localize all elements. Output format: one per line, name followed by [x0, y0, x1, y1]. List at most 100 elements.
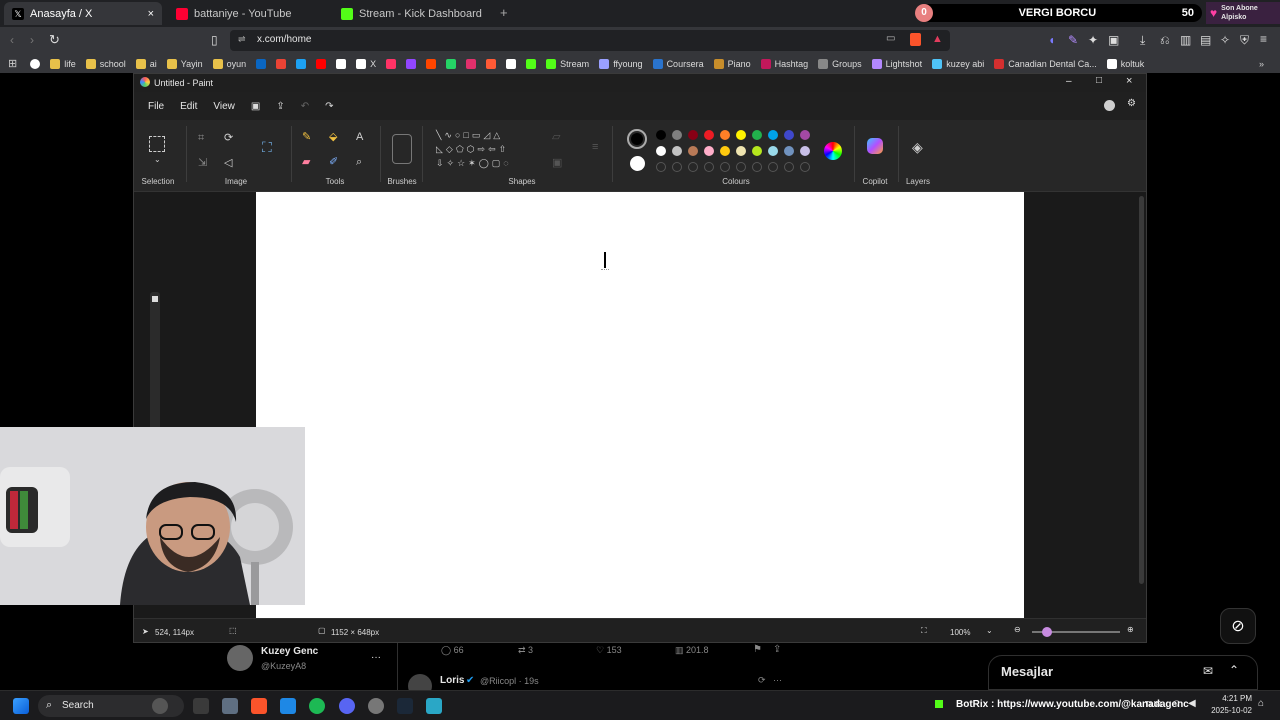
remove-background-icon[interactable]: ⛶: [262, 140, 272, 154]
history-icon[interactable]: ⎌: [1160, 33, 1170, 48]
fit-to-window-icon[interactable]: ⛶: [921, 626, 927, 636]
color-swatch[interactable]: [784, 146, 794, 156]
secondary-color-swatch[interactable]: [630, 156, 645, 171]
bookmark-item[interactable]: [331, 58, 351, 69]
discord-icon[interactable]: [339, 698, 355, 714]
magnifier-icon[interactable]: ⌕: [356, 157, 362, 168]
redo-icon[interactable]: ↷: [319, 101, 339, 112]
view-count[interactable]: ▥ 201.8: [675, 645, 709, 656]
messages-drawer[interactable]: Mesajlar ✉ ⌃: [988, 655, 1258, 690]
rotate-icon[interactable]: ⟳: [224, 133, 233, 144]
custom-color-slot[interactable]: [656, 162, 666, 172]
custom-color-slot[interactable]: [784, 162, 794, 172]
brave-rewards-icon[interactable]: ▲: [932, 33, 943, 45]
url-field[interactable]: ⇌ x.com/home ▭ ▲: [230, 30, 950, 51]
paint-taskbar-icon[interactable]: [426, 698, 442, 714]
custom-color-slot[interactable]: [704, 162, 714, 172]
account-icon[interactable]: [1104, 100, 1115, 111]
bookmark-item[interactable]: X: [351, 58, 381, 69]
save-icon[interactable]: ▣: [245, 101, 266, 112]
bookmark-item[interactable]: [381, 58, 401, 69]
outline-icon[interactable]: ▱: [552, 132, 560, 143]
task-view-icon[interactable]: [193, 698, 209, 714]
back-icon[interactable]: ‹: [10, 33, 14, 47]
bookmark-item[interactable]: kuzey abi: [927, 58, 989, 69]
color-swatch[interactable]: [656, 130, 666, 140]
vpn-icon[interactable]: ⛨: [1240, 33, 1249, 48]
layers-icon[interactable]: ◈: [912, 140, 923, 154]
bookmark-post-icon[interactable]: ⚑: [753, 644, 762, 655]
slider-thumb[interactable]: [152, 296, 158, 302]
color-swatch[interactable]: [720, 146, 730, 156]
color-swatch[interactable]: [736, 130, 746, 140]
zoom-slider[interactable]: [1032, 627, 1120, 637]
bookmark-item[interactable]: koltuk: [1102, 58, 1150, 69]
brave-shield-icon[interactable]: [910, 33, 921, 46]
bookmark-item[interactable]: life: [45, 58, 81, 69]
reload-icon[interactable]: ↻: [49, 32, 60, 48]
fill-bucket-icon[interactable]: ⬙: [329, 132, 337, 143]
color-swatch[interactable]: [752, 146, 762, 156]
pencil-icon[interactable]: ✎: [302, 132, 311, 143]
apps-grid-icon[interactable]: ⊞: [0, 57, 25, 70]
share-post-icon[interactable]: ⇪: [773, 644, 781, 655]
brave-taskbar-icon[interactable]: [251, 698, 267, 714]
drawing-canvas[interactable]: [256, 192, 1024, 618]
pen-extension-icon[interactable]: ✎: [1068, 33, 1078, 47]
new-tab-button[interactable]: +: [500, 5, 508, 20]
more-options-icon[interactable]: ···: [371, 652, 381, 663]
custom-color-slot[interactable]: [752, 162, 762, 172]
bookmark-item[interactable]: [271, 58, 291, 69]
share-icon[interactable]: ⇪: [270, 101, 290, 112]
wifi-icon[interactable]: ⌔: [1172, 698, 1181, 711]
copilot-icon[interactable]: [867, 138, 883, 154]
custom-color-slot[interactable]: [672, 162, 682, 172]
bookmark-item[interactable]: [461, 58, 481, 69]
sidepanel-icon[interactable]: ▣: [1108, 33, 1119, 47]
bookmark-item[interactable]: [501, 58, 521, 69]
close-tab-icon[interactable]: ×: [148, 8, 154, 20]
bookmark-item[interactable]: [421, 58, 441, 69]
menu-icon[interactable]: ≡: [1260, 32, 1267, 46]
size-icon[interactable]: ≡: [592, 142, 598, 153]
bookmark-item[interactable]: Canadian Dental Ca...: [989, 58, 1102, 69]
files-icon[interactable]: [222, 698, 238, 714]
zoom-out-icon[interactable]: ⊖: [1014, 625, 1021, 634]
spotify-icon[interactable]: [309, 698, 325, 714]
menu-file[interactable]: File: [142, 101, 170, 112]
bookmark-item[interactable]: [441, 58, 461, 69]
language-indicator[interactable]: TUR: [1145, 700, 1161, 709]
extensions-icon[interactable]: ✦: [1088, 33, 1098, 47]
color-swatch[interactable]: [656, 146, 666, 156]
user-handle[interactable]: @KuzeyA8: [261, 661, 306, 671]
crop-icon[interactable]: ⌗: [198, 133, 204, 144]
bookmark-item[interactable]: Groups: [813, 58, 867, 69]
tab-youtube[interactable]: battaniye - YouTube: [168, 2, 328, 25]
bookmark-item[interactable]: [401, 58, 421, 69]
bookmark-item[interactable]: ffyoung: [594, 58, 647, 69]
clock-time[interactable]: 4:21 PM: [1208, 694, 1252, 703]
color-swatch[interactable]: [768, 130, 778, 140]
settings-gear-icon[interactable]: ⚙: [1127, 98, 1136, 109]
clock-date[interactable]: 2025-10-02: [1208, 706, 1252, 715]
bookmark-item[interactable]: Yayin: [162, 58, 208, 69]
custom-color-slot[interactable]: [736, 162, 746, 172]
color-swatch[interactable]: [672, 146, 682, 156]
google-bookmark[interactable]: [25, 58, 45, 69]
close-window-icon[interactable]: ×: [1126, 75, 1132, 87]
forward-icon[interactable]: ›: [30, 33, 34, 47]
vertical-scrollbar[interactable]: [1139, 196, 1144, 584]
color-swatch[interactable]: [768, 146, 778, 156]
custom-color-slot[interactable]: [688, 162, 698, 172]
bookmark-item[interactable]: [251, 58, 271, 69]
avatar[interactable]: [227, 645, 253, 671]
eraser-icon[interactable]: ▰: [302, 157, 310, 168]
flip-icon[interactable]: ◁: [224, 158, 232, 169]
bookmark-item[interactable]: Coursera: [648, 58, 709, 69]
color-picker-icon[interactable]: ✐: [329, 157, 338, 168]
taskbar-search[interactable]: ⌕ Search: [38, 695, 184, 717]
bookmark-item[interactable]: [481, 58, 501, 69]
color-swatch[interactable]: [784, 130, 794, 140]
post-more-icon[interactable]: ···: [773, 675, 782, 685]
text-tool-icon[interactable]: A: [356, 132, 363, 143]
